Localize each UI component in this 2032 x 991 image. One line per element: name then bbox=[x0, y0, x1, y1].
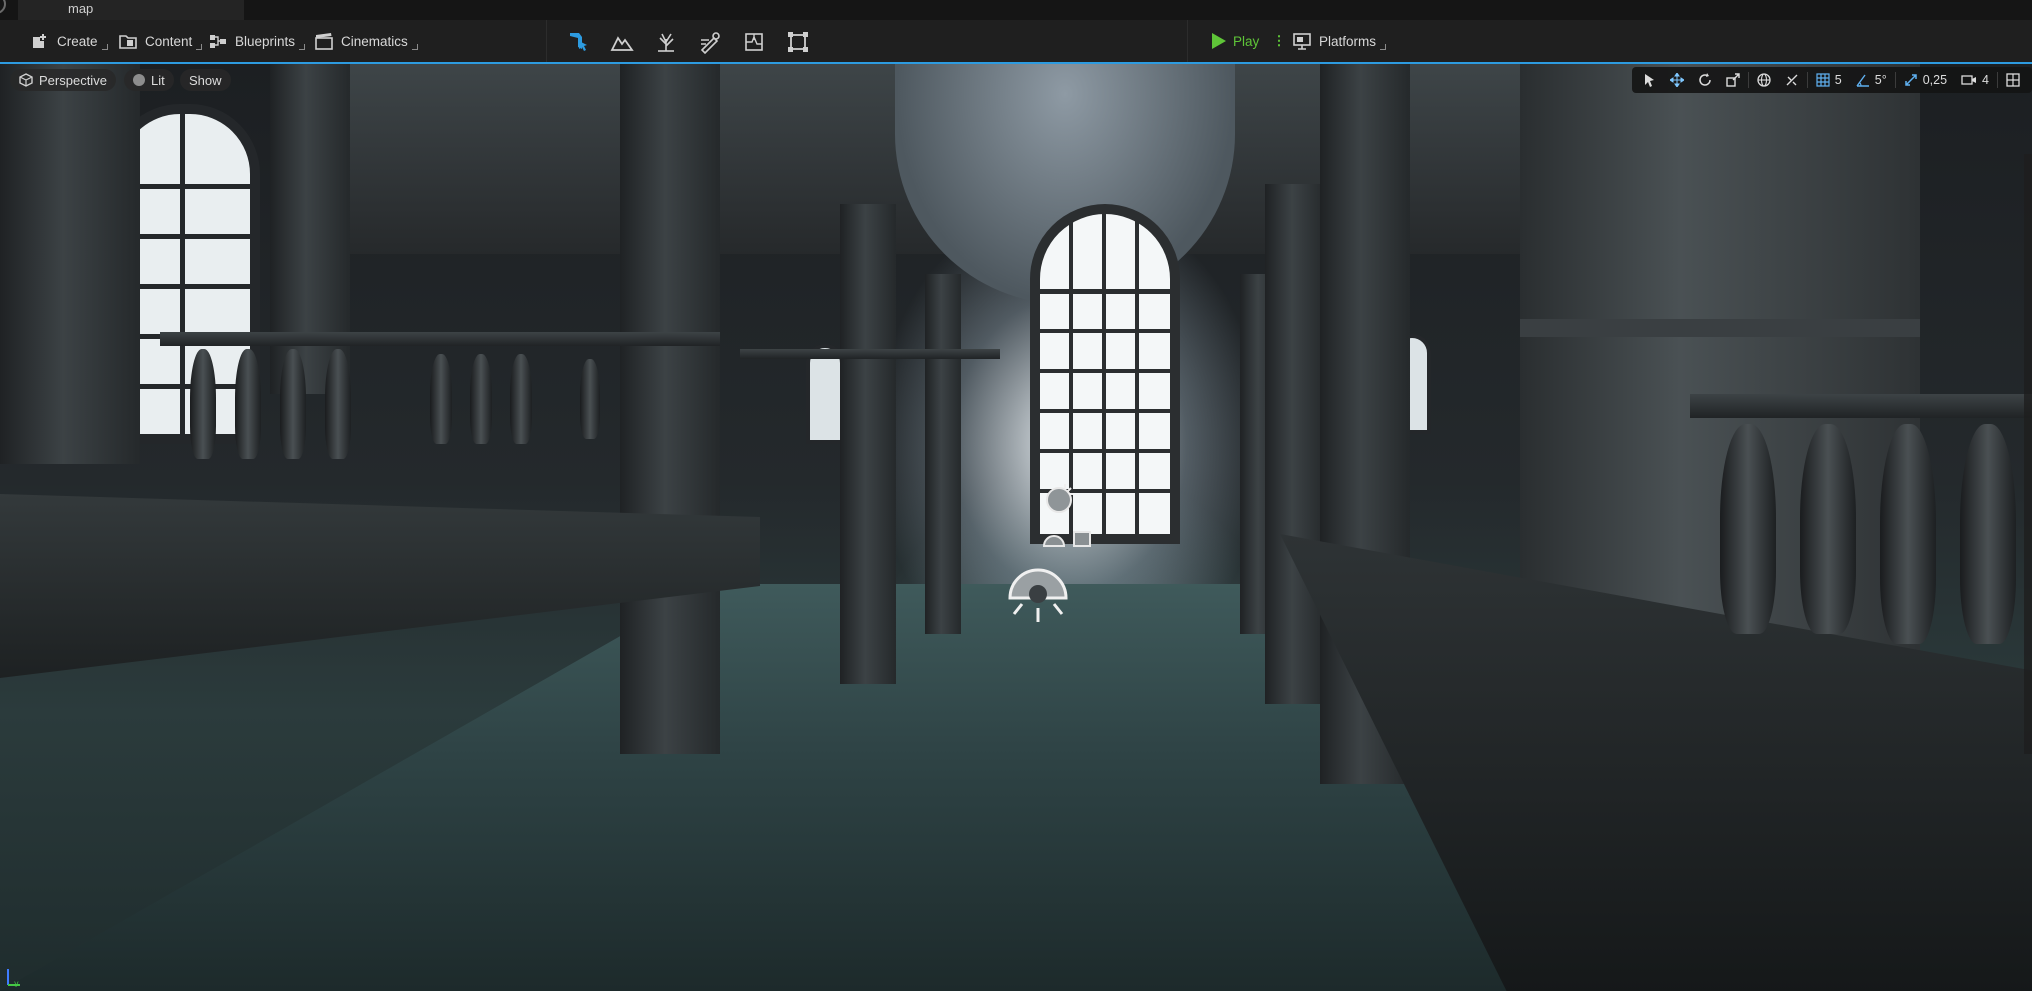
lit-label: Lit bbox=[151, 72, 165, 88]
scene-small-window bbox=[806, 344, 844, 444]
scene-pier-cornice bbox=[1520, 319, 1920, 337]
scene-baluster bbox=[190, 349, 216, 459]
mesh-paint-mode-icon[interactable] bbox=[698, 30, 722, 54]
fracture-mode-icon[interactable] bbox=[742, 30, 766, 54]
cinematics-button[interactable]: Cinematics bbox=[314, 28, 418, 54]
scale-snap-icon bbox=[1904, 74, 1917, 86]
content-button[interactable]: Content bbox=[118, 28, 203, 54]
camera-speed-button[interactable]: 4 bbox=[1955, 67, 1995, 93]
scale-snap-value: 0,25 bbox=[1922, 73, 1948, 87]
cinematics-label: Cinematics bbox=[341, 33, 408, 49]
translate-tool-icon[interactable] bbox=[1664, 67, 1690, 93]
scale-tool-icon[interactable] bbox=[1720, 67, 1746, 93]
scene-baluster bbox=[470, 354, 492, 444]
angle-snap-value: 5° bbox=[1874, 73, 1887, 87]
content-label: Content bbox=[145, 33, 193, 49]
grid-snap-icon bbox=[1816, 73, 1830, 87]
view-mode-dropdown[interactable]: Lit bbox=[124, 69, 174, 91]
dropdown-corner-icon bbox=[196, 44, 203, 50]
dropdown-corner-icon bbox=[299, 44, 306, 50]
show-label: Show bbox=[189, 72, 222, 88]
dropdown-corner-icon bbox=[411, 44, 418, 50]
sky-light-icon[interactable] bbox=[1040, 524, 1100, 554]
editor-logo-icon[interactable] bbox=[0, 0, 6, 14]
scene-baluster bbox=[580, 359, 600, 439]
camera-icon bbox=[1961, 75, 1977, 85]
tab-bar: map bbox=[0, 0, 2032, 20]
create-icon bbox=[33, 33, 48, 48]
scene-column bbox=[0, 64, 140, 464]
content-browser-icon bbox=[119, 35, 137, 49]
toolbar-divider bbox=[1806, 72, 1808, 88]
level-viewport[interactable]: Perspective Lit Show 5 5° 0,25 4 y bbox=[0, 64, 2032, 991]
perspective-dropdown[interactable]: Perspective bbox=[10, 69, 116, 91]
platforms-label: Platforms bbox=[1319, 33, 1377, 49]
show-dropdown[interactable]: Show bbox=[180, 69, 231, 91]
toolbar-separator bbox=[546, 20, 547, 62]
scene-baluster bbox=[1960, 424, 2016, 644]
tab-map[interactable]: map bbox=[18, 0, 244, 20]
viewport-layout-icon[interactable] bbox=[2000, 67, 2026, 93]
select-tool-icon[interactable] bbox=[1638, 67, 1662, 93]
scene-baluster bbox=[510, 354, 532, 444]
play-options-icon[interactable]: ⋮ bbox=[1272, 33, 1286, 49]
grid-snap-toggle[interactable]: 5 bbox=[1810, 67, 1848, 93]
viewport-side-handle[interactable] bbox=[2024, 154, 2032, 754]
viewport-transform-toolbar: 5 5° 0,25 4 bbox=[1631, 67, 2032, 93]
scene-baluster bbox=[430, 354, 452, 444]
toolbar-divider bbox=[1997, 72, 1998, 88]
scene-column bbox=[620, 64, 720, 754]
cinematics-icon bbox=[315, 33, 333, 50]
blueprints-button[interactable]: Blueprints bbox=[208, 28, 306, 54]
scene-column bbox=[1265, 184, 1325, 704]
angle-snap-icon bbox=[1856, 74, 1869, 87]
play-label: Play bbox=[1233, 33, 1260, 49]
scene-baluster bbox=[1800, 424, 1856, 634]
rotate-tool-icon[interactable] bbox=[1692, 67, 1718, 93]
scene-column bbox=[925, 274, 961, 634]
create-button[interactable]: Create bbox=[30, 28, 108, 54]
toolbar-divider bbox=[1747, 72, 1749, 88]
blueprints-icon bbox=[210, 35, 226, 48]
main-toolbar: Create Content Blueprints Cinematics Pla… bbox=[0, 20, 2032, 64]
scene-baluster bbox=[1720, 424, 1776, 634]
landscape-mode-icon[interactable] bbox=[610, 30, 634, 54]
angle-snap-toggle[interactable]: 5° bbox=[1850, 67, 1893, 93]
platforms-icon bbox=[1293, 33, 1311, 50]
dropdown-corner-icon bbox=[1380, 44, 1387, 50]
toolbar-divider bbox=[1894, 72, 1896, 88]
tab-title: map bbox=[68, 1, 94, 16]
blueprints-label: Blueprints bbox=[235, 33, 296, 49]
grid-snap-value: 5 bbox=[1834, 73, 1842, 87]
camera-speed-value: 4 bbox=[1982, 73, 1989, 87]
foliage-mode-icon[interactable] bbox=[654, 30, 678, 54]
scene-baluster bbox=[235, 349, 261, 459]
scene-handrail bbox=[160, 332, 720, 346]
platforms-button[interactable]: Platforms bbox=[1292, 28, 1387, 54]
modeling-mode-icon[interactable] bbox=[786, 30, 810, 54]
play-button[interactable]: Play ⋮ bbox=[1212, 28, 1286, 54]
perspective-cube-icon bbox=[19, 73, 33, 87]
scene-column bbox=[840, 204, 896, 684]
create-label: Create bbox=[57, 33, 98, 49]
svg-text:y: y bbox=[14, 979, 19, 987]
lit-sphere-icon bbox=[133, 74, 145, 86]
axis-indicator-icon: y bbox=[7, 969, 20, 987]
select-mode-icon[interactable] bbox=[566, 30, 590, 54]
scene-baluster bbox=[1880, 424, 1936, 644]
dropdown-corner-icon bbox=[101, 44, 108, 50]
play-icon bbox=[1212, 33, 1226, 49]
point-light-icon[interactable] bbox=[1006, 564, 1070, 630]
scene-baluster bbox=[280, 349, 306, 459]
world-space-icon[interactable] bbox=[1751, 67, 1777, 93]
directional-light-icon[interactable] bbox=[1045, 482, 1075, 516]
toolbar-separator bbox=[1187, 20, 1188, 62]
scene-handrail bbox=[740, 349, 1000, 359]
scale-snap-toggle[interactable]: 0,25 bbox=[1898, 67, 1953, 93]
scene-baluster bbox=[325, 349, 351, 459]
surface-snap-icon[interactable] bbox=[1779, 67, 1805, 93]
scene-handrail bbox=[1690, 394, 2032, 418]
perspective-label: Perspective bbox=[39, 72, 107, 88]
